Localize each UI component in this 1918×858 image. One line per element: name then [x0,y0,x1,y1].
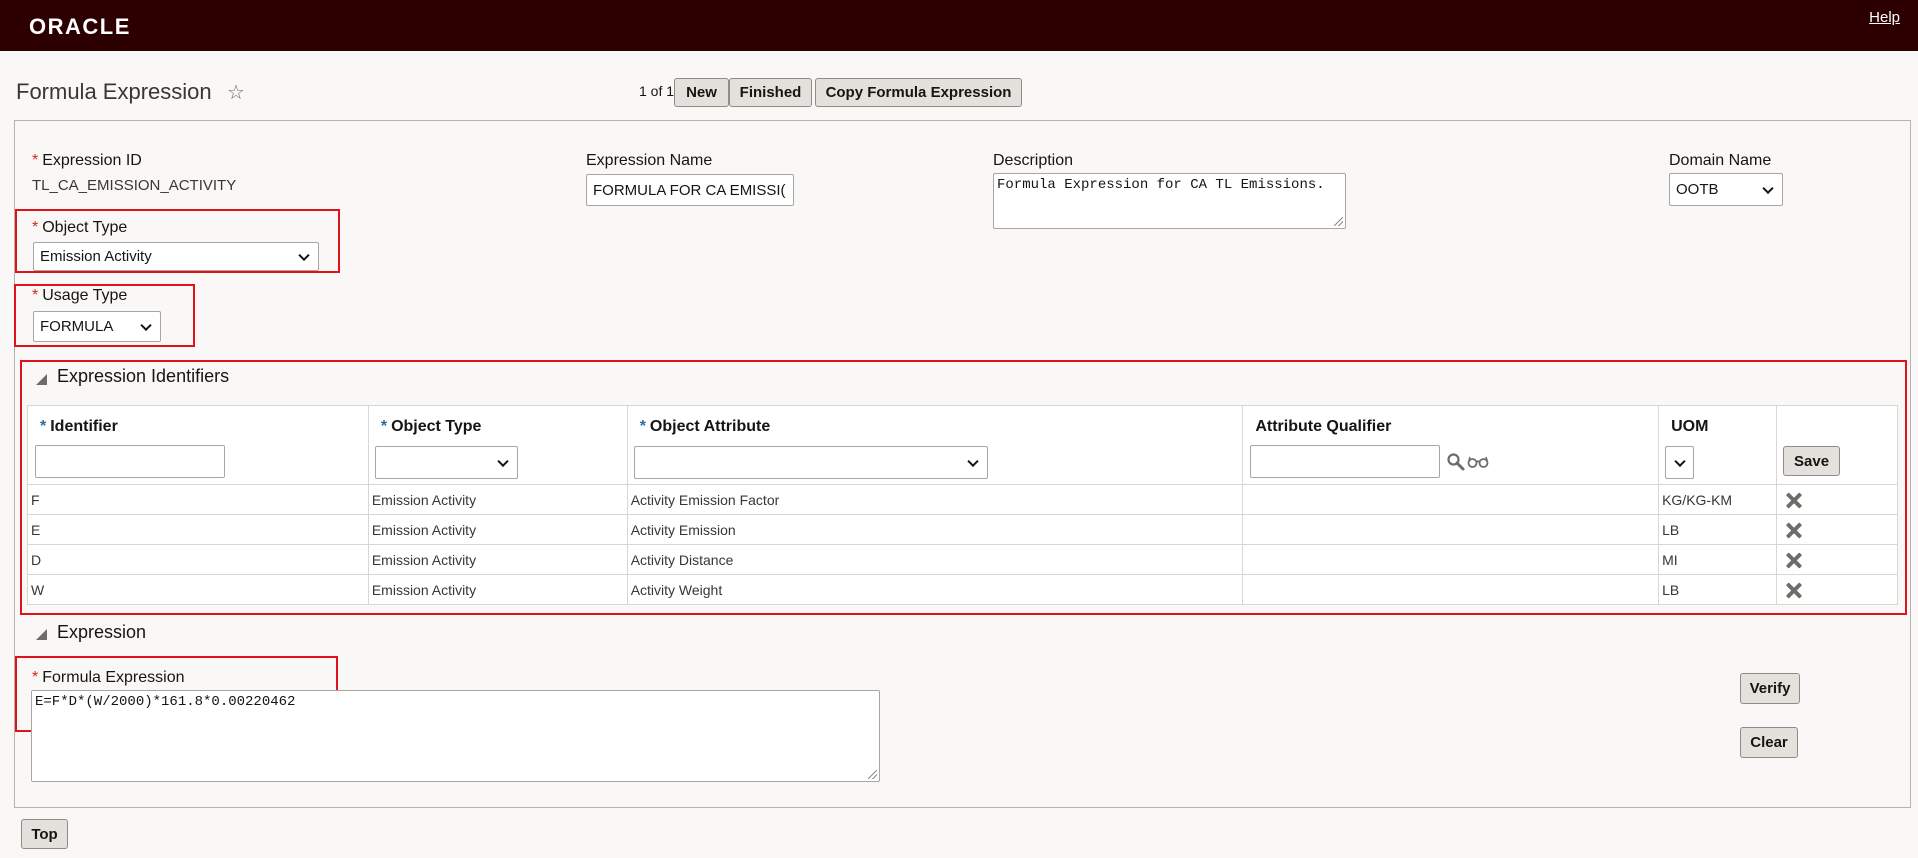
expression-id-label: * Expression ID [32,152,142,169]
required-marker: * [32,669,39,686]
finished-button[interactable]: Finished [729,78,812,107]
uom-cell: KG/KG-KM [1658,484,1778,515]
delete-x-icon[interactable] [1786,552,1802,568]
clear-button[interactable]: Clear [1740,727,1798,758]
table-row[interactable]: F Emission Activity Activity Emission Fa… [27,484,1898,515]
required-marker: * [380,418,388,435]
table-row[interactable]: D Emission Activity Activity Distance MI [27,544,1898,575]
collapse-triangle-icon[interactable] [36,374,47,385]
object-type-cell: Emission Activity [367,514,628,545]
usage-type-label: * Usage Type [32,287,128,304]
uom-cell: MI [1658,544,1778,575]
identifier-cell: E [27,514,369,545]
save-column-header: Save [1776,405,1898,485]
expression-id-value: TL_CA_EMISSION_ACTIVITY [32,177,237,194]
required-marker: * [32,219,39,236]
attribute-qualifier-cell [1242,514,1660,545]
object-type-label: * Object Type [32,219,128,236]
object-attribute-cell: Activity Distance [626,544,1244,575]
oracle-logo: ORACLE [29,14,131,39]
identifier-filter-input[interactable] [35,445,225,478]
delete-x-icon[interactable] [1786,522,1802,538]
domain-name-label: Domain Name [1669,152,1772,169]
copy-formula-expression-button[interactable]: Copy Formula Expression [815,78,1022,107]
identifier-cell: D [27,544,369,575]
usage-type-select[interactable]: FORMULA [33,311,161,342]
object-type-cell: Emission Activity [367,484,628,515]
required-marker: * [32,152,39,169]
formula-expression-textarea[interactable]: E=F*D*(W/2000)*161.8*0.00220462 [31,690,880,782]
object-type-filter-select[interactable] [374,446,518,479]
object-attribute-cell: Activity Emission [626,514,1244,545]
required-marker: * [40,418,47,435]
attribute-qualifier-cell [1242,544,1660,575]
identifier-column-header: * Identifier [27,405,369,485]
star-icon[interactable]: ☆ [227,80,245,105]
attribute-qualifier-cell [1242,484,1660,515]
uom-column-header: UOM [1658,405,1778,485]
delete-x-icon[interactable] [1786,492,1802,508]
save-button[interactable]: Save [1783,446,1841,476]
object-attribute-filter-select[interactable] [633,446,988,479]
delete-cell [1776,484,1898,515]
description-label: Description [993,152,1074,169]
uom-cell: LB [1658,574,1778,605]
object-type-column-header: * Object Type [367,405,628,485]
header-bar [0,0,1918,51]
top-button[interactable]: Top [21,819,68,849]
expression-identifiers-heading: Expression Identifiers [57,366,230,386]
domain-name-select[interactable]: OOTB [1669,173,1783,206]
required-marker: * [32,287,39,304]
chevron-down-icon [497,455,509,467]
help-link[interactable]: Help [1869,9,1900,26]
object-attribute-cell: Activity Emission Factor [626,484,1244,515]
chevron-down-icon [298,249,310,261]
record-pager: 1 of 1 [639,83,675,99]
identifier-cell: F [27,484,369,515]
search-icon[interactable] [1446,452,1466,472]
description-textarea[interactable]: Formula Expression for CA TL Emissions. [993,173,1346,229]
table-header-row: * Identifier * Object Type * Object Attribu… [27,405,1898,485]
attribute-qualifier-filter-input[interactable] [1250,445,1441,478]
object-type-select[interactable]: Emission Activity [33,242,319,271]
delete-cell [1776,574,1898,605]
verify-button[interactable]: Verify [1740,673,1800,704]
expression-name-input[interactable]: FORMULA FOR CA EMISSI( [586,174,794,206]
chevron-down-icon [1674,455,1686,467]
resize-grip-icon[interactable] [868,770,877,779]
table-row[interactable]: W Emission Activity Activity Weight LB [27,574,1898,605]
formula-expression-label: * Formula Expression [32,669,185,686]
required-marker: * [639,418,646,435]
expression-identifiers-table: * Identifier * Object Type * Object Attribu… [27,405,1898,605]
page-title: Formula Expression [16,79,212,104]
delete-cell [1776,544,1898,575]
object-type-cell: Emission Activity [367,544,628,575]
collapse-triangle-icon[interactable] [36,629,47,640]
chevron-down-icon [967,455,979,467]
chevron-down-icon [140,319,152,331]
delete-cell [1776,514,1898,545]
object-type-cell: Emission Activity [367,574,628,605]
glasses-icon[interactable] [1467,455,1489,469]
uom-filter-select[interactable] [1665,446,1695,479]
attribute-qualifier-cell [1242,574,1660,605]
new-button[interactable]: New [674,78,729,107]
expression-name-label: Expression Name [586,152,713,169]
resize-grip-icon[interactable] [1334,217,1343,226]
uom-cell: LB [1658,514,1778,545]
delete-x-icon[interactable] [1786,582,1802,598]
expression-heading: Expression [57,622,147,642]
table-row[interactable]: E Emission Activity Activity Emission LB [27,514,1898,545]
object-attribute-column-header: * Object Attribute [626,405,1244,485]
identifier-cell: W [27,574,369,605]
attribute-qualifier-column-header: Attribute Qualifier [1242,405,1660,485]
object-attribute-cell: Activity Weight [626,574,1244,605]
chevron-down-icon [1762,182,1774,194]
